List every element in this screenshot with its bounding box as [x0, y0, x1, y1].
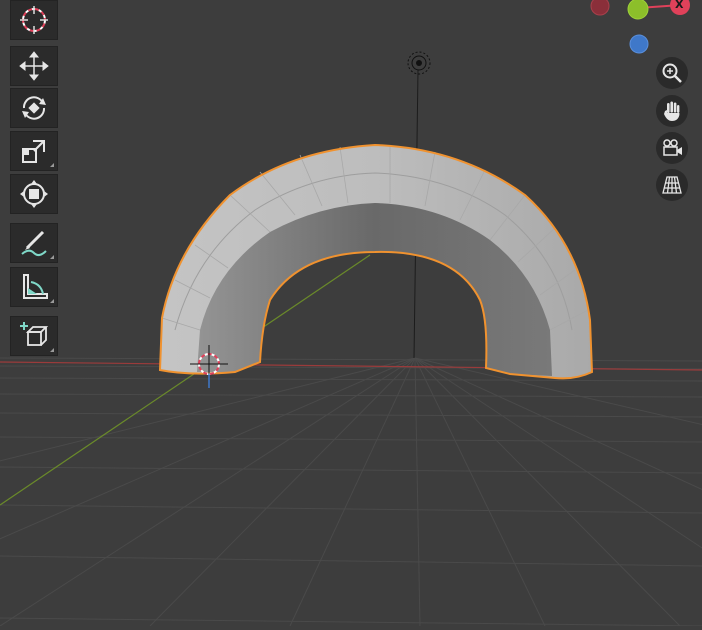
cursor-tool-button[interactable] [10, 0, 58, 40]
scale-tool-button[interactable] [10, 131, 58, 171]
pan-button[interactable] [656, 95, 688, 127]
submenu-indicator [50, 348, 54, 352]
gizmo-z-handle[interactable] [629, 34, 649, 54]
move-icon [19, 51, 49, 81]
zoom-icon [662, 63, 682, 83]
cursor-icon [20, 6, 48, 34]
submenu-indicator [50, 299, 54, 303]
perspective-toggle-button[interactable] [656, 169, 688, 201]
measure-tool-button[interactable] [10, 267, 58, 307]
arch-mesh[interactable] [158, 143, 594, 380]
annotate-tool-button[interactable] [10, 223, 58, 263]
annotate-icon [21, 230, 47, 257]
measure-icon [23, 274, 48, 299]
submenu-indicator [50, 163, 54, 167]
transform-tool-button[interactable] [10, 174, 58, 214]
camera-view-button[interactable] [656, 132, 688, 164]
gizmo-y-handle[interactable] [627, 0, 649, 20]
scale-icon [22, 140, 45, 163]
camera-icon [663, 139, 682, 156]
submenu-indicator [50, 255, 54, 259]
rotate-icon [22, 96, 46, 120]
gizmo-x-label: X [675, 0, 684, 11]
viewport-canvas [0, 51, 702, 627]
light-icon[interactable] [407, 51, 431, 75]
3d-viewport[interactable]: X [0, 0, 702, 627]
gizmo-neg-x-handle[interactable] [590, 0, 610, 16]
move-tool-button[interactable] [10, 46, 58, 86]
rotate-tool-button[interactable] [10, 88, 58, 128]
hand-icon [664, 101, 680, 121]
zoom-button[interactable] [656, 57, 688, 89]
add-cube-icon [20, 322, 49, 346]
add-cube-tool-button[interactable] [10, 316, 58, 356]
transform-icon [20, 180, 48, 208]
grid-icon [662, 176, 682, 194]
floor-grid [0, 357, 702, 627]
navigation-gizmo[interactable]: X [572, 0, 702, 60]
